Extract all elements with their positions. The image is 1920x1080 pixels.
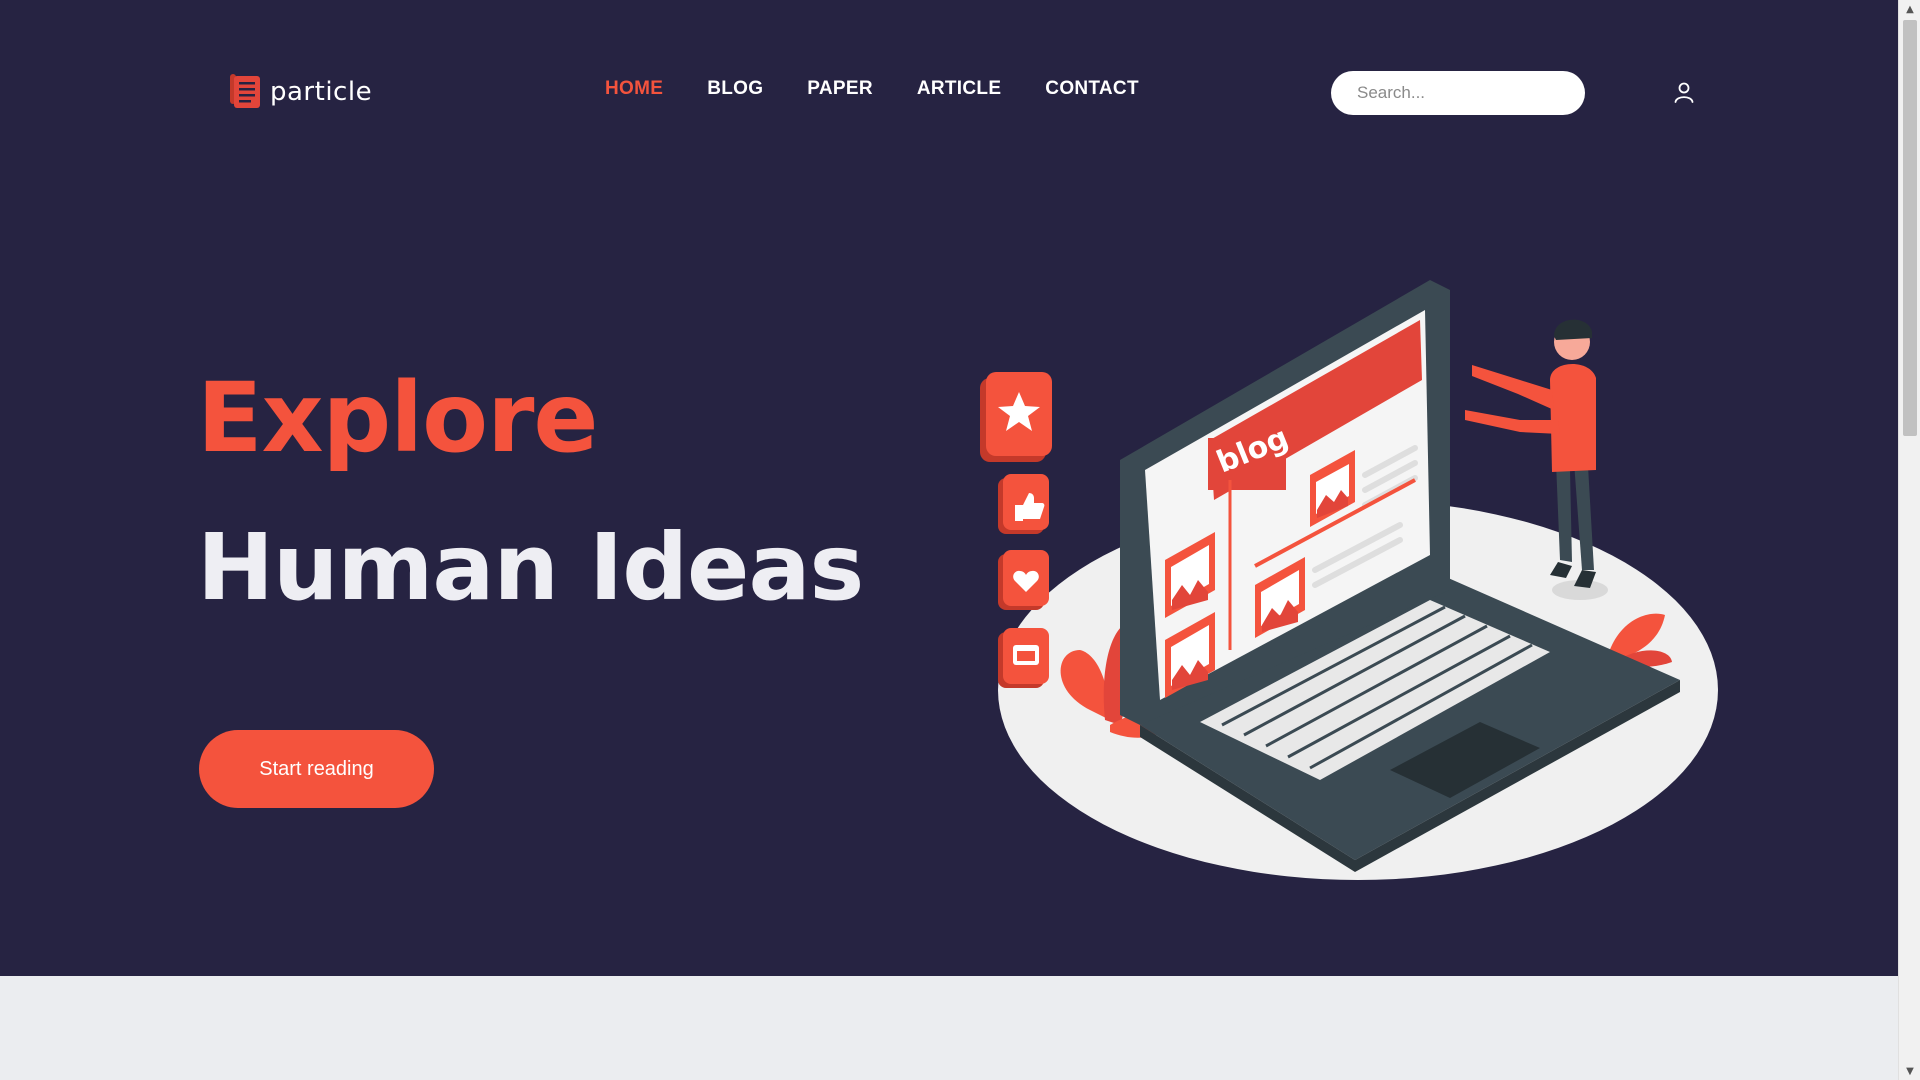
heart-badge-icon bbox=[998, 550, 1049, 610]
search-input[interactable] bbox=[1355, 82, 1580, 104]
hero-title-human-ideas: Human Ideas bbox=[197, 514, 864, 621]
page: particle HOME BLOG PAPER ARTICLE CONTACT… bbox=[0, 0, 1898, 1080]
nav-contact[interactable]: CONTACT bbox=[1045, 78, 1139, 100]
scroll-down-icon[interactable]: ▼ bbox=[1899, 1062, 1920, 1080]
page-scrollbar[interactable]: ▲ ▼ bbox=[1898, 0, 1920, 1080]
nav-paper[interactable]: PAPER bbox=[807, 78, 873, 100]
nav-article[interactable]: ARTICLE bbox=[917, 78, 1001, 100]
hero-section: particle HOME BLOG PAPER ARTICLE CONTACT… bbox=[0, 0, 1898, 976]
scroll-thumb[interactable] bbox=[1903, 20, 1917, 436]
brand-name: particle bbox=[270, 77, 373, 107]
next-section bbox=[0, 976, 1898, 1080]
hero-illustration: blog bbox=[980, 280, 1718, 880]
nav-blog[interactable]: BLOG bbox=[707, 78, 763, 100]
hero-title-explore: Explore bbox=[197, 362, 599, 474]
scroll-up-icon[interactable]: ▲ bbox=[1899, 0, 1920, 18]
nav-home[interactable]: HOME bbox=[605, 78, 663, 100]
brand-logo[interactable]: particle bbox=[228, 72, 372, 112]
main-nav: HOME BLOG PAPER ARTICLE CONTACT bbox=[605, 78, 1139, 100]
user-icon[interactable] bbox=[1672, 80, 1696, 104]
thumbs-up-badge-icon bbox=[998, 474, 1049, 534]
video-badge-icon bbox=[998, 628, 1049, 688]
search-box bbox=[1331, 71, 1585, 115]
star-badge-icon bbox=[980, 372, 1052, 462]
logo-scroll-icon bbox=[230, 74, 260, 108]
start-reading-button[interactable]: Start reading bbox=[199, 730, 434, 808]
